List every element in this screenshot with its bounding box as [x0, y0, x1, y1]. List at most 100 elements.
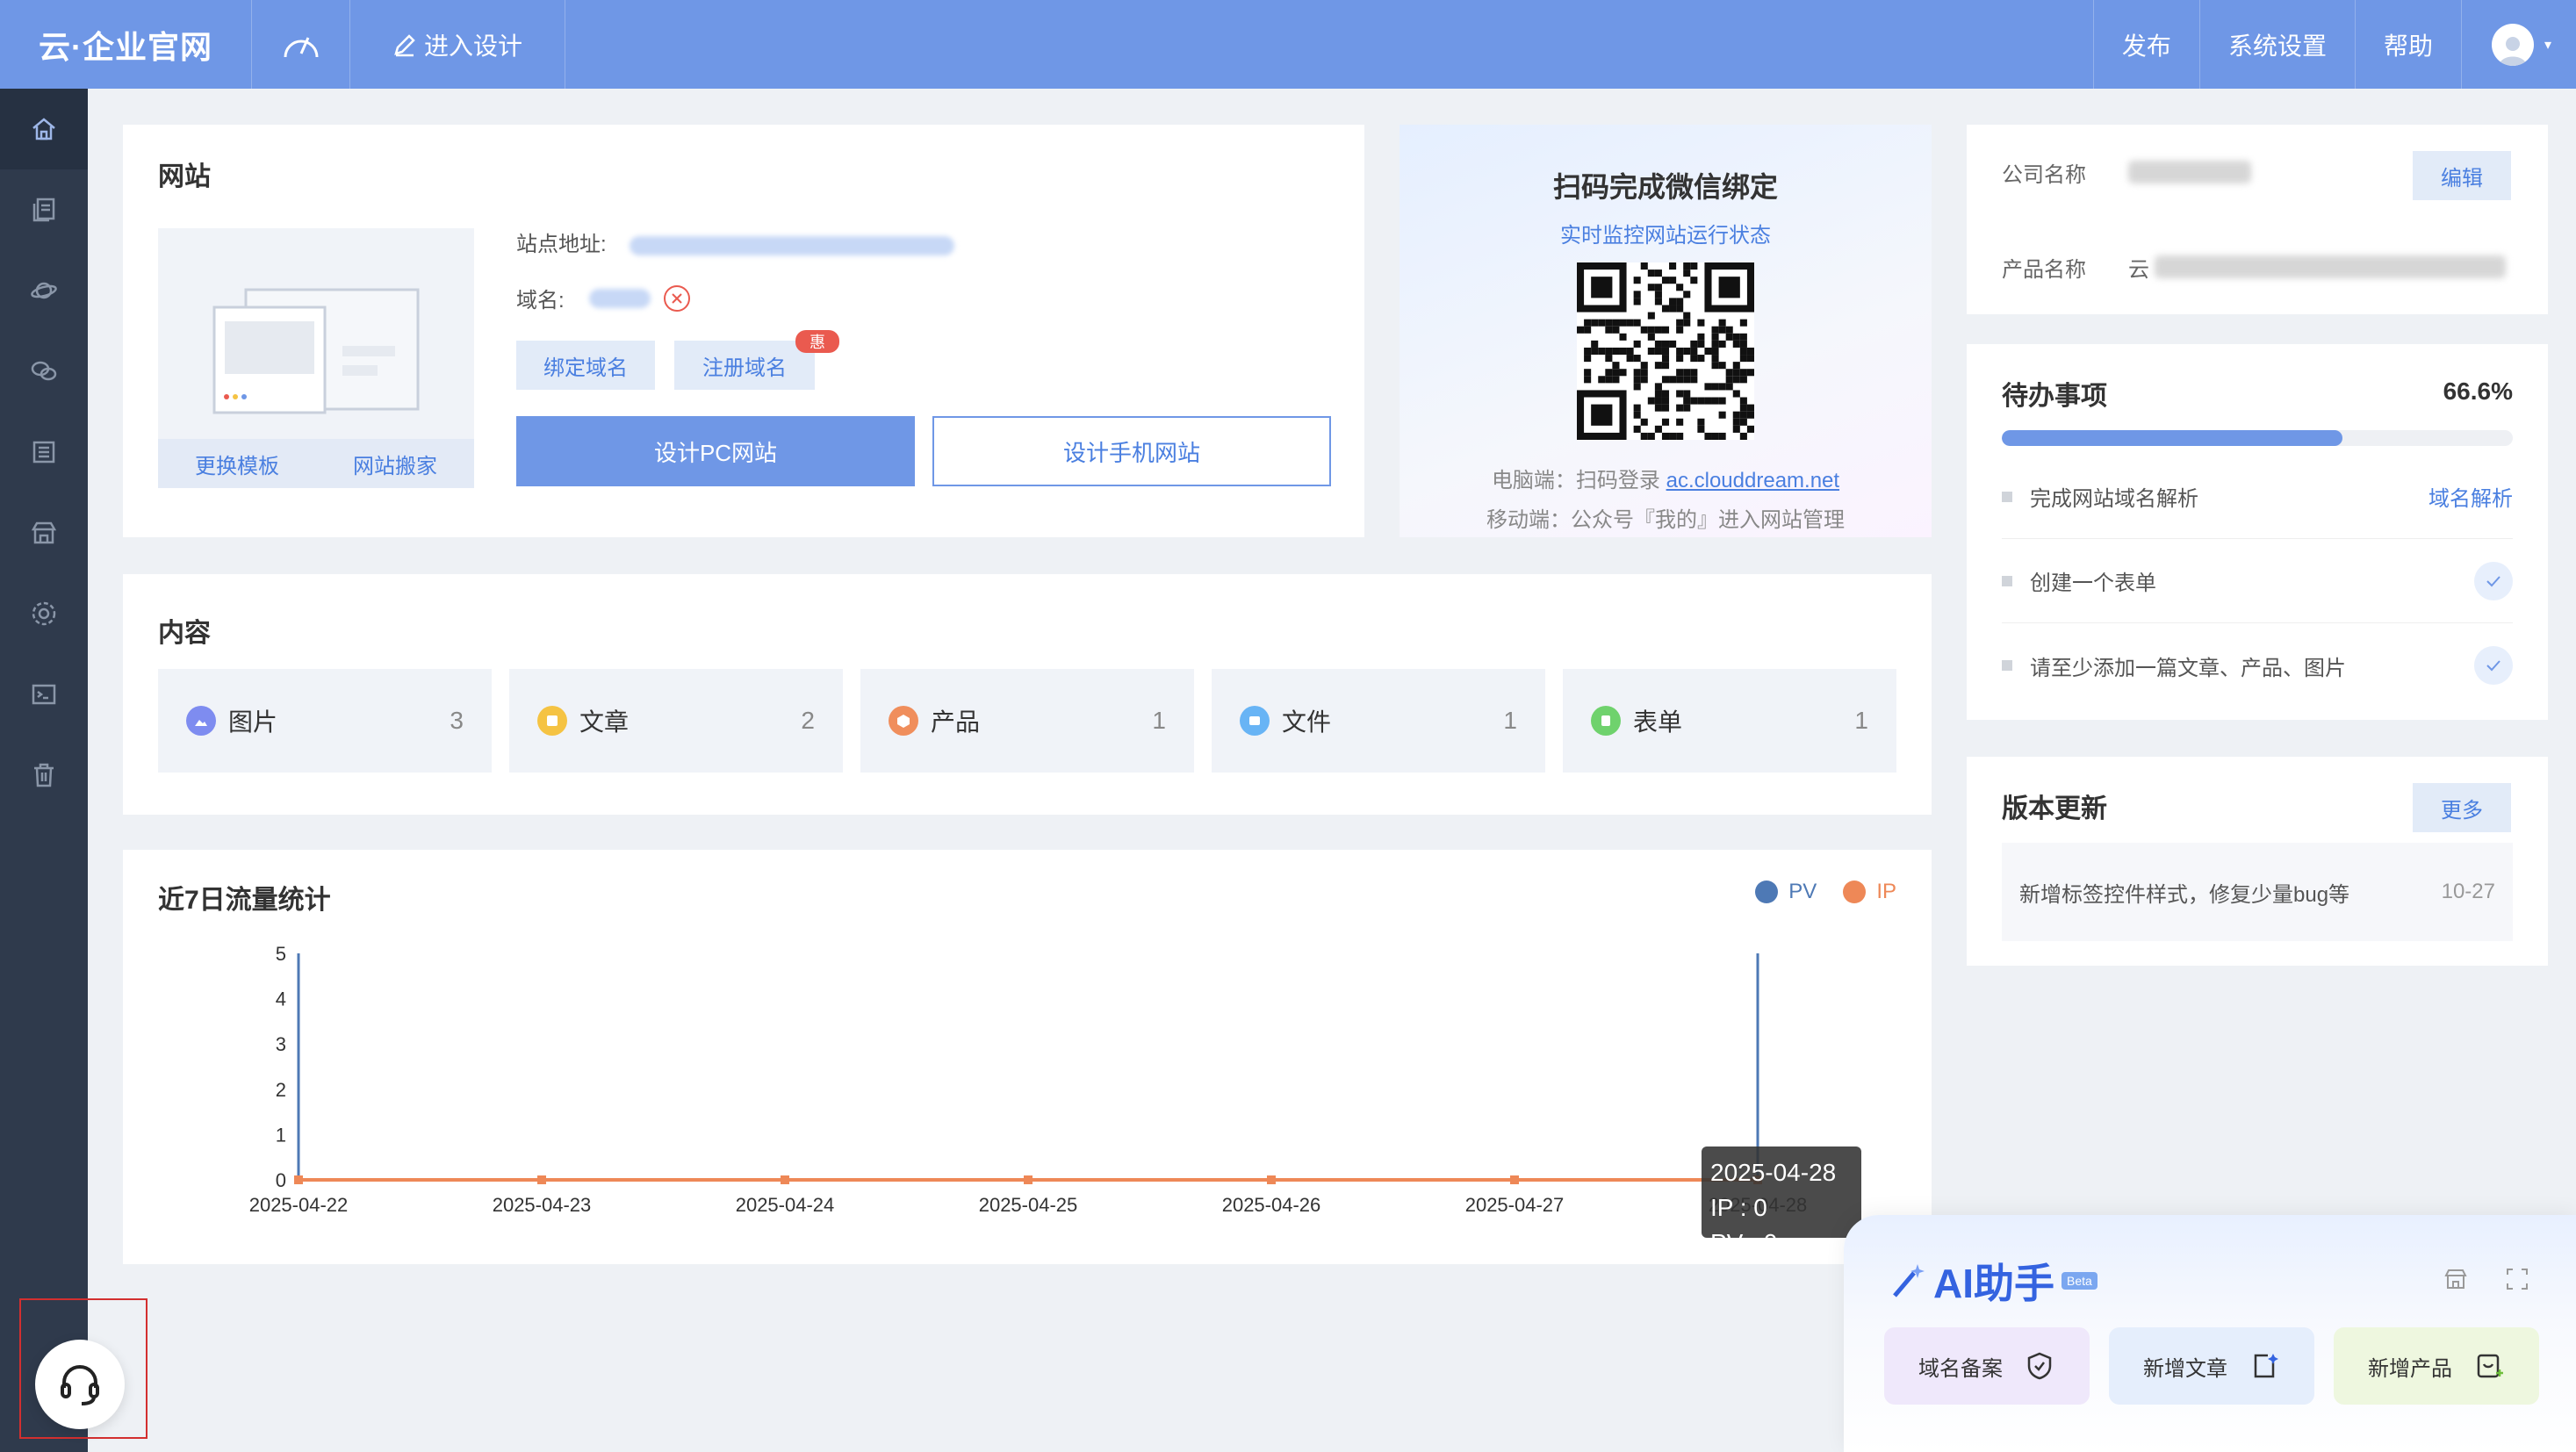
change-template-link[interactable]: 更换模板: [195, 449, 279, 479]
content-title: 内容: [158, 619, 211, 648]
domain-resolve-link[interactable]: 域名解析: [2428, 481, 2513, 512]
file-icon: [1240, 706, 1270, 736]
sidebar-item-home[interactable]: [0, 89, 88, 169]
sidebar-item-trash[interactable]: [0, 735, 88, 816]
shield-icon: [2027, 1352, 2052, 1380]
content-tile-count: 1: [1152, 707, 1166, 734]
y-tick-label: 0: [276, 1169, 286, 1191]
pc-login-text: 电脑端：扫码登录: [1491, 469, 1666, 492]
qr-code: [1577, 262, 1754, 440]
ai-domain-filing-button[interactable]: 域名备案: [1884, 1327, 2090, 1405]
todo-item-text: 完成网站域名解析: [2030, 487, 2198, 511]
user-menu[interactable]: ▾: [2460, 0, 2576, 89]
content-tile-images[interactable]: 图片 3: [158, 669, 492, 773]
design-pc-button[interactable]: 设计PC网站: [516, 416, 915, 486]
gear-icon: [32, 601, 56, 626]
website-title: 网站: [158, 162, 211, 191]
version-item[interactable]: 新增标签控件样式，修复少量bug等 10-27: [2002, 843, 2513, 941]
content-tile-count: 1: [1503, 707, 1517, 734]
product-name-value: [2155, 255, 2506, 278]
site-url-label: 站点地址:: [516, 233, 607, 256]
site-url-row: 站点地址:: [516, 226, 955, 257]
sidebar-item-wechat[interactable]: [0, 331, 88, 412]
sidebar-item-site[interactable]: [0, 250, 88, 331]
wechat-bind-subtitle: 实时监控网站运行状态: [1560, 224, 1771, 248]
content-tile-articles[interactable]: 文章 2: [509, 669, 843, 773]
brand-logo[interactable]: 云·企业官网: [0, 0, 252, 89]
bullet-icon: [2002, 660, 2012, 671]
edit-button[interactable]: 编辑: [2413, 151, 2511, 200]
pc-login-link[interactable]: ac.clouddream.net: [1666, 469, 1839, 492]
tooltip-date: 2025-04-28: [1710, 1159, 1837, 1186]
customer-service-button[interactable]: [35, 1340, 125, 1429]
enter-design-label: 进入设计: [424, 32, 523, 60]
content-tile-count: 2: [801, 707, 815, 734]
wechat-icon: [31, 361, 57, 381]
chart-tooltip: 2025-04-28 IP : 0 PV : 0: [1702, 1147, 1861, 1238]
ai-title: AI助手 Beta: [1888, 1252, 2097, 1310]
y-tick-label: 3: [276, 1033, 286, 1055]
todo-item: 请至少添加一篇文章、产品、图片: [2002, 623, 2513, 708]
data-point-ip: [1267, 1175, 1276, 1184]
site-url-value[interactable]: [630, 235, 955, 255]
design-mobile-button[interactable]: 设计手机网站: [932, 416, 1331, 486]
enter-design-button[interactable]: 进入设计: [350, 0, 566, 89]
sidebar-item-list[interactable]: [0, 412, 88, 492]
terminal-icon: [32, 684, 56, 705]
publish-button[interactable]: 发布: [2092, 0, 2199, 89]
ai-new-article-button[interactable]: 新增文章: [2109, 1327, 2314, 1405]
ai-button-label: 新增产品: [2368, 1356, 2452, 1381]
todo-item: 完成网站域名解析 域名解析: [2002, 455, 2513, 539]
product-box-icon: [889, 706, 918, 736]
content-tile-label: 文章: [579, 708, 630, 736]
traffic-line-chart[interactable]: 0 1 2 3 4 5 2025-04-22 2025-04-23 2025-04-24 2025…: [123, 850, 1932, 1264]
product-name-prefix: 云: [2128, 257, 2149, 282]
template-preview-icon: [212, 288, 420, 414]
ai-new-product-button[interactable]: 新增产品: [2334, 1327, 2539, 1405]
sidebar-item-terminal[interactable]: [0, 654, 88, 735]
ai-assistant-panel: AI助手 Beta 域名备案 新增文章 新增产品: [1844, 1215, 2576, 1452]
product-name-row: 产品名称 云: [2002, 219, 2513, 314]
y-tick-label: 1: [276, 1124, 286, 1146]
todo-title: 待办事项: [2002, 382, 2107, 411]
version-title: 版本更新: [2002, 794, 2107, 823]
site-thumbnail: 更换模板 网站搬家: [158, 228, 474, 488]
content-tile-label: 图片: [228, 708, 278, 736]
y-tick-label: 5: [276, 943, 286, 965]
system-settings-button[interactable]: 系统设置: [2198, 0, 2355, 89]
sidebar-item-pages[interactable]: [0, 169, 88, 250]
bind-domain-button[interactable]: 绑定域名: [516, 341, 655, 390]
content-tile-products[interactable]: 产品 1: [860, 669, 1194, 773]
data-point-ip: [294, 1175, 303, 1184]
todo-item-text: 创建一个表单: [2030, 571, 2156, 595]
version-item-text: 新增标签控件样式，修复少量bug等: [2019, 882, 2350, 907]
new-article-icon: [2254, 1354, 2278, 1378]
x-tick-label: 2025-04-27: [1465, 1194, 1565, 1216]
x-tick-label: 2025-04-23: [493, 1194, 592, 1216]
content-tile-forms[interactable]: 表单 1: [1563, 669, 1896, 773]
content-tile-files[interactable]: 文件 1: [1212, 669, 1545, 773]
fullscreen-icon[interactable]: [2504, 1266, 2530, 1292]
close-circle-icon[interactable]: [663, 284, 691, 313]
help-button[interactable]: 帮助: [2354, 0, 2461, 89]
new-product-icon: [2477, 1354, 2503, 1378]
planet-icon: [31, 282, 57, 299]
x-tick-label: 2025-04-24: [736, 1194, 835, 1216]
wechat-bind-title: 扫码完成微信绑定: [1552, 171, 1778, 203]
magic-wand-icon: [1893, 1264, 1925, 1297]
chevron-down-icon: ▾: [2544, 37, 2551, 53]
domain-value[interactable]: [588, 288, 651, 308]
dashboard-gauge-icon[interactable]: [252, 0, 350, 89]
register-domain-button[interactable]: 注册域名: [674, 341, 815, 390]
move-site-link[interactable]: 网站搬家: [353, 449, 437, 479]
content-tile-count: 1: [1854, 707, 1868, 734]
shop-icon[interactable]: [2443, 1266, 2469, 1292]
traffic-chart-card: 近7日流量统计 PV IP 0 1 2 3 4 5 2025-04-22 2025-04-23…: [123, 850, 1932, 1264]
version-card: 版本更新 更多 新增标签控件样式，修复少量bug等 10-27: [1967, 757, 2548, 966]
sidebar-item-shop[interactable]: [0, 492, 88, 573]
avatar: [2491, 23, 2534, 66]
check-icon: [2474, 646, 2513, 685]
sidebar-item-settings[interactable]: [0, 573, 88, 654]
more-button[interactable]: 更多: [2413, 783, 2511, 832]
trash-icon: [34, 763, 54, 787]
